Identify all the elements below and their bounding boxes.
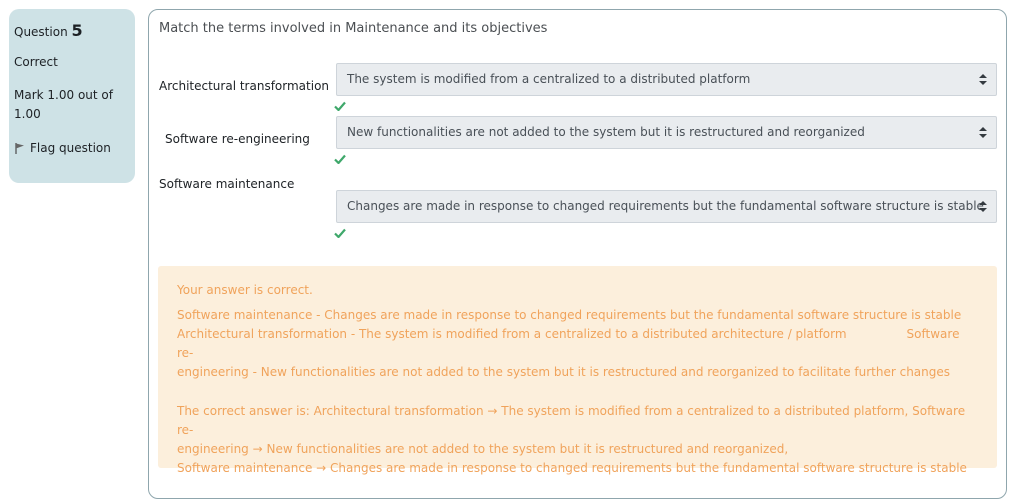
question-number-value: 5 (71, 21, 83, 40)
question-state: Correct (14, 55, 58, 69)
right-answer-line: Software maintenance → Changes are made … (177, 461, 967, 475)
match-term-software-maintenance: Software maintenance (159, 177, 295, 191)
match-select-value: The system is modified from a centralize… (347, 72, 751, 86)
question-label: Question (14, 25, 68, 39)
correct-check-icon (334, 154, 346, 164)
question-grade: Mark 1.00 out of 1.00 (14, 88, 113, 121)
question-info-panel: Question 5 Correct Mark 1.00 out of 1.00… (9, 9, 135, 183)
match-select-architectural-transformation[interactable]: The system is modified from a centralize… (336, 63, 997, 96)
match-select-value: Changes are made in response to changed … (347, 199, 984, 213)
feedback-status: Your answer is correct. (177, 283, 313, 297)
general-feedback: Software maintenance - Changes are made … (177, 306, 978, 382)
select-caret-icon (979, 127, 987, 138)
right-answer: The correct answer is: Architectural tra… (177, 402, 978, 478)
match-select-value: New functionalities are not added to the… (347, 125, 865, 139)
correct-check-icon (334, 228, 346, 238)
flag-question-link[interactable]: Flag question (14, 141, 130, 155)
match-term-software-re-engineering: Software re-engineering (165, 132, 310, 146)
question-content: Match the terms involved in Maintenance … (148, 9, 1007, 499)
general-feedback-text: Architectural transformation - The syste… (177, 327, 847, 341)
right-answer-line: engineering → New functionalities are no… (177, 442, 789, 456)
match-select-software-re-engineering[interactable]: New functionalities are not added to the… (336, 116, 997, 149)
match-select-software-maintenance[interactable]: Changes are made in response to changed … (336, 190, 997, 223)
general-feedback-line: Software maintenance - Changes are made … (177, 308, 962, 322)
correct-check-icon (334, 101, 346, 111)
flag-icon (14, 142, 26, 154)
right-answer-line: The correct answer is: Architectural tra… (177, 404, 966, 437)
question-feedback: Your answer is correct. Software mainten… (158, 266, 997, 475)
question-prompt: Match the terms involved in Maintenance … (159, 21, 548, 36)
select-caret-icon (979, 201, 987, 212)
select-caret-icon (979, 74, 987, 85)
general-feedback-line: engineering - New functionalities are no… (177, 365, 951, 379)
general-feedback-line: Architectural transformation - The syste… (177, 325, 978, 363)
flag-question-label: Flag question (30, 141, 111, 155)
match-term-architectural-transformation: Architectural transformation (159, 79, 330, 93)
question-number: Question 5 (14, 21, 130, 40)
